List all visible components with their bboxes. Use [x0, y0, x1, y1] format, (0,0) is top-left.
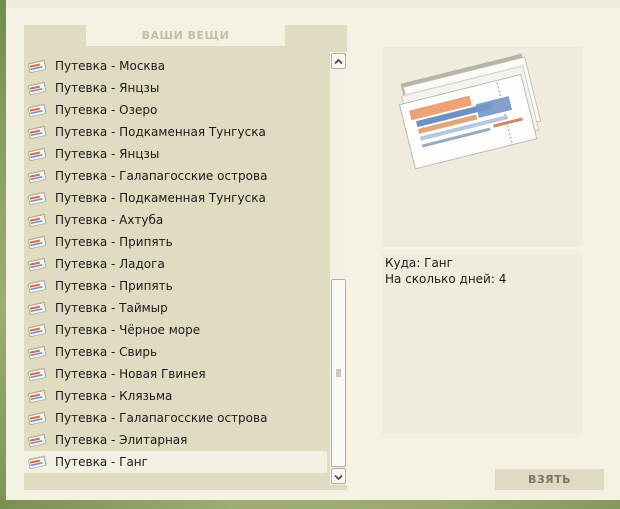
- inventory-item-label: Путевка - Подкаменная Тунгуска: [55, 191, 266, 205]
- scroll-down-button[interactable]: [331, 468, 346, 484]
- ticket-icon: [28, 213, 47, 227]
- inventory-item[interactable]: Путевка - Галапагосские острова: [24, 165, 329, 187]
- window-top-edge: [0, 0, 620, 8]
- inventory-item[interactable]: Путевка - Припять: [24, 231, 329, 253]
- inventory-item-label: Путевка - Ладога: [55, 257, 165, 271]
- inventory-item[interactable]: Путевка - Янцзы: [24, 77, 329, 99]
- ticket-icon: [28, 345, 47, 359]
- inventory-item-label: Путевка - Янцзы: [55, 81, 160, 95]
- inventory-item-label: Путевка - Припять: [55, 235, 173, 249]
- ticket-icon: [28, 301, 47, 315]
- scroll-thumb[interactable]: [331, 279, 346, 467]
- inventory-item[interactable]: Путевка - Новая Гвинея: [24, 363, 329, 385]
- inventory-item[interactable]: Путевка - Подкаменная Тунгуска: [24, 187, 329, 209]
- inventory-item[interactable]: Путевка - Чёрное море: [24, 319, 329, 341]
- destination-text: Куда: Ганг: [385, 256, 453, 270]
- inventory-item[interactable]: Путевка - Таймыр: [24, 297, 329, 319]
- inventory-item-label: Путевка - Свирь: [55, 345, 158, 359]
- inventory-item-label: Путевка - Подкаменная Тунгуска: [55, 125, 266, 139]
- ticket-icon: [28, 367, 47, 381]
- chevron-down-icon: [334, 474, 343, 481]
- inventory-item-label: Путевка - Таймыр: [55, 301, 168, 315]
- ticket-icon: [28, 59, 47, 73]
- inventory-item-label: Путевка - Припять: [55, 279, 173, 293]
- inventory-item-label: Путевка - Москва: [55, 59, 166, 73]
- inventory-item-label: Путевка - Новая Гвинея: [55, 367, 206, 381]
- days-text: На сколько дней: 4: [385, 272, 507, 286]
- ticket-icon: [28, 433, 47, 447]
- background-strip-left: [0, 0, 6, 509]
- ticket-icon: [28, 103, 47, 117]
- inventory-item-label: Путевка - Ганг: [55, 455, 148, 469]
- ticket-icon: [28, 191, 47, 205]
- take-button[interactable]: ВЗЯТЬ: [495, 469, 604, 490]
- inventory-item[interactable]: Путевка - Озеро: [24, 99, 329, 121]
- inventory-item-label: Путевка - Ахтуба: [55, 213, 164, 227]
- inventory-item-label: Путевка - Янцзы: [55, 147, 160, 161]
- inventory-item-label: Путевка - Галапагосские острова: [55, 169, 268, 183]
- inventory-item[interactable]: Путевка - Элитарная: [24, 429, 329, 451]
- inventory-item-label: Путевка - Элитарная: [55, 433, 188, 447]
- background-strip-bottom: [0, 500, 620, 509]
- inventory-item[interactable]: Путевка - Ахтуба: [24, 209, 329, 231]
- inventory-item[interactable]: Путевка - Клязьма: [24, 385, 329, 407]
- ticket-icon: [28, 125, 47, 139]
- ticket-icon: [28, 169, 47, 183]
- inventory-item[interactable]: Путевка - Галапагосские острова: [24, 407, 329, 429]
- inventory-item[interactable]: Путевка - Свирь: [24, 341, 329, 363]
- ticket-icon: [28, 323, 47, 337]
- inventory-list: Путевка - Москва Путевка - Янцзы Путевка -…: [24, 55, 329, 475]
- ticket-icon: [28, 257, 47, 271]
- grip-icon: [336, 369, 341, 377]
- ticket-icon: [28, 411, 47, 425]
- ticket-icon: [28, 279, 47, 293]
- item-info: Куда: Ганг На сколько дней: 4: [382, 254, 582, 434]
- inventory-item[interactable]: Путевка - Подкаменная Тунгуска: [24, 121, 329, 143]
- inventory-item[interactable]: Путевка - Припять: [24, 275, 329, 297]
- ticket-icon: [28, 81, 47, 95]
- ticket-stack-image: [398, 53, 542, 170]
- inventory-item-label: Путевка - Чёрное море: [55, 323, 201, 337]
- inventory-scrollbar[interactable]: [330, 52, 347, 485]
- inventory-title: ВАШИ ВЕЩИ: [86, 25, 285, 46]
- inventory-item[interactable]: Путевка - Ладога: [24, 253, 329, 275]
- inventory-item[interactable]: Путевка - Ганг: [24, 451, 327, 473]
- ticket-icon: [28, 389, 47, 403]
- ticket-icon: [28, 147, 47, 161]
- item-preview: [382, 47, 582, 247]
- inventory-item[interactable]: Путевка - Москва: [24, 55, 329, 77]
- ticket-icon: [28, 235, 47, 249]
- inventory-item-label: Путевка - Галапагосские острова: [55, 411, 268, 425]
- scroll-up-button[interactable]: [331, 53, 346, 69]
- ticket-icon: [28, 455, 47, 469]
- inventory-item[interactable]: Путевка - Янцзы: [24, 143, 329, 165]
- chevron-up-icon: [334, 58, 343, 65]
- inventory-item-label: Путевка - Клязьма: [55, 389, 173, 403]
- inventory-item-label: Путевка - Озеро: [55, 103, 158, 117]
